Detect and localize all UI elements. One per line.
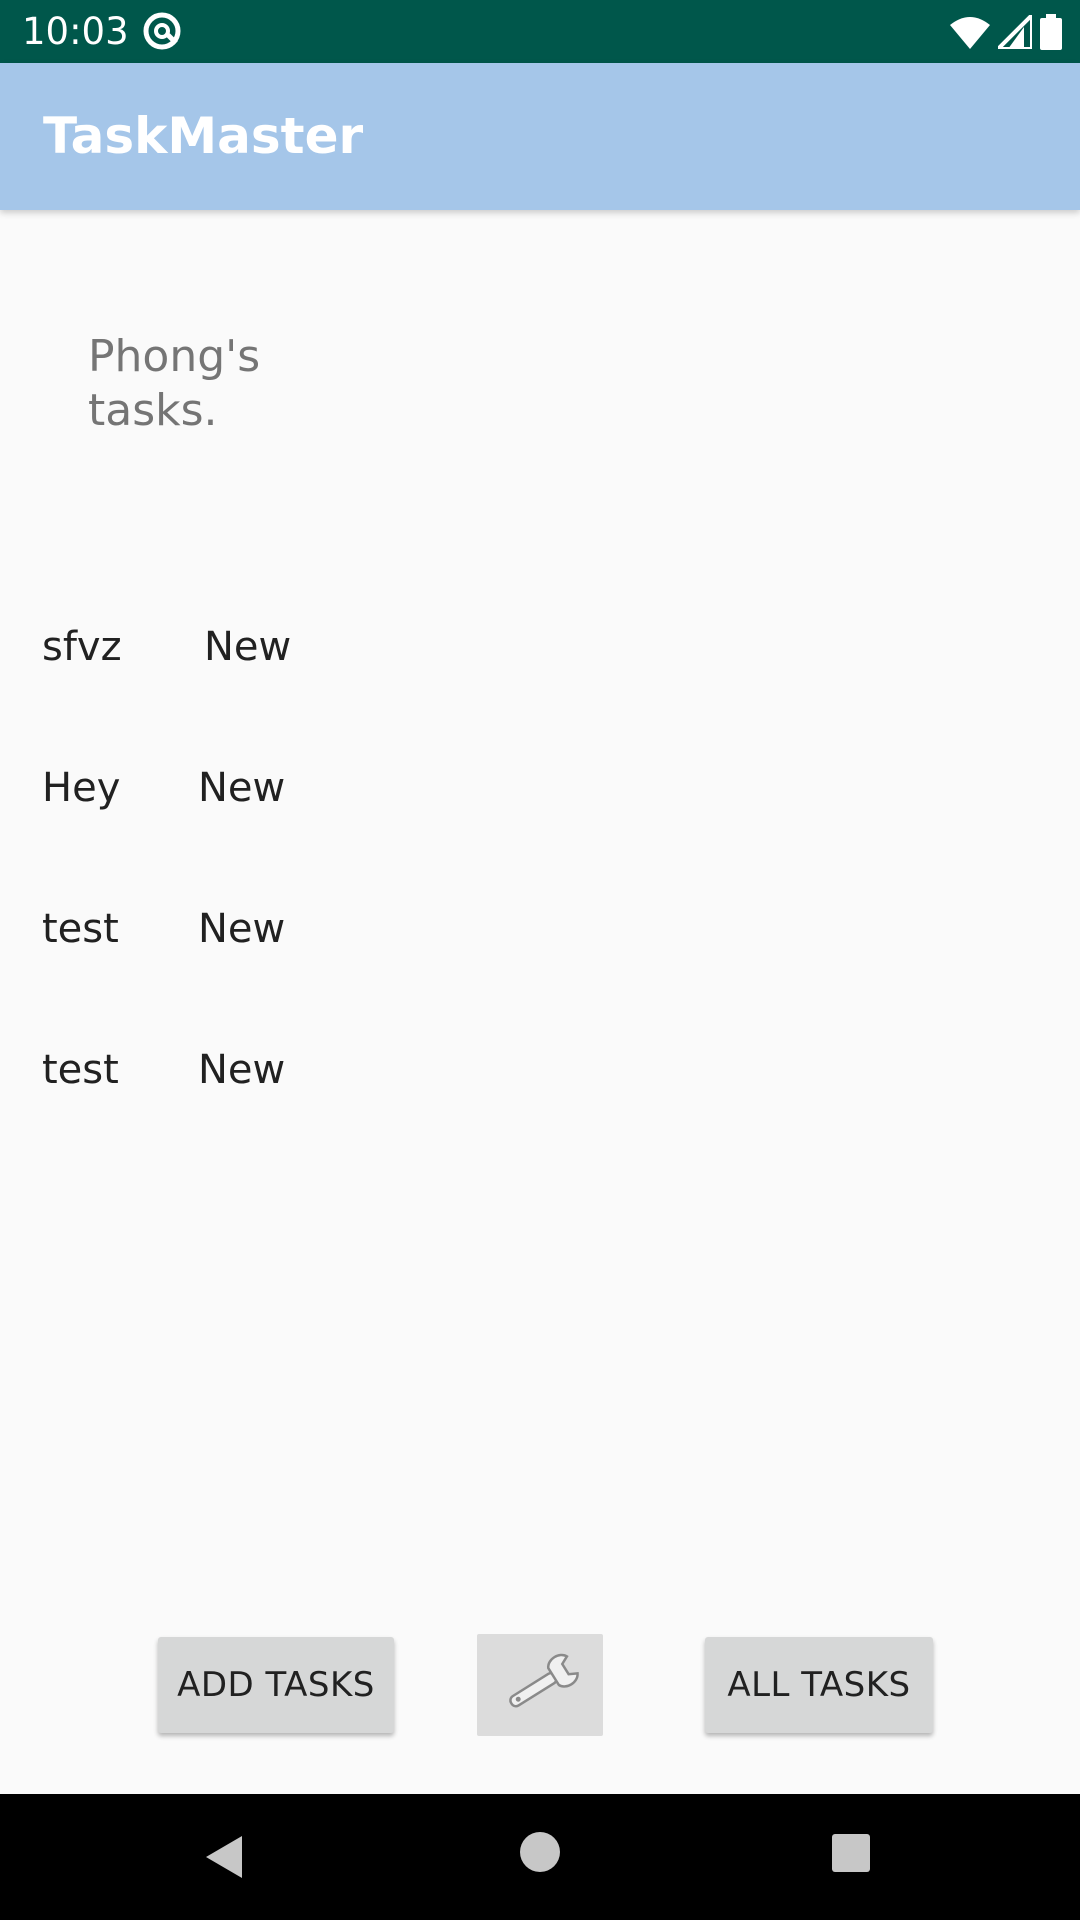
app-bar: TaskMaster [0, 63, 1080, 210]
task-row[interactable]: Hey New [0, 765, 1080, 845]
task-title: test [42, 906, 119, 952]
all-tasks-button[interactable]: ALL TASKS [705, 1637, 933, 1733]
home-icon[interactable] [520, 1832, 560, 1872]
settings-button[interactable] [477, 1634, 603, 1736]
wifi-icon [950, 17, 990, 49]
task-row[interactable]: test New [0, 1047, 1080, 1127]
status-time: 10:03 [22, 10, 129, 53]
task-state: New [198, 906, 286, 952]
task-title: sfvz [42, 624, 122, 670]
task-state: New [204, 624, 292, 670]
task-state: New [198, 765, 286, 811]
back-icon[interactable] [204, 1834, 244, 1880]
task-title: test [42, 1047, 119, 1093]
user-tasks-heading: Phong's tasks. [88, 330, 348, 438]
task-row[interactable]: sfvz New [0, 624, 1080, 704]
signal-icon [998, 15, 1032, 49]
at-sign-icon [143, 12, 181, 50]
app-title: TaskMaster [43, 107, 364, 165]
heading-line-2: tasks. [88, 385, 218, 436]
wrench-icon [509, 1653, 579, 1708]
heading-line-1: Phong's [88, 331, 261, 382]
task-title: Hey [42, 765, 121, 811]
battery-icon [1040, 14, 1062, 50]
status-bar: 10:03 [0, 0, 1080, 63]
task-row[interactable]: test New [0, 906, 1080, 986]
system-nav-bar [0, 1794, 1080, 1920]
recents-icon[interactable] [832, 1834, 870, 1872]
task-state: New [198, 1047, 286, 1093]
add-tasks-button[interactable]: ADD TASKS [158, 1637, 394, 1733]
status-icons [950, 12, 1062, 52]
